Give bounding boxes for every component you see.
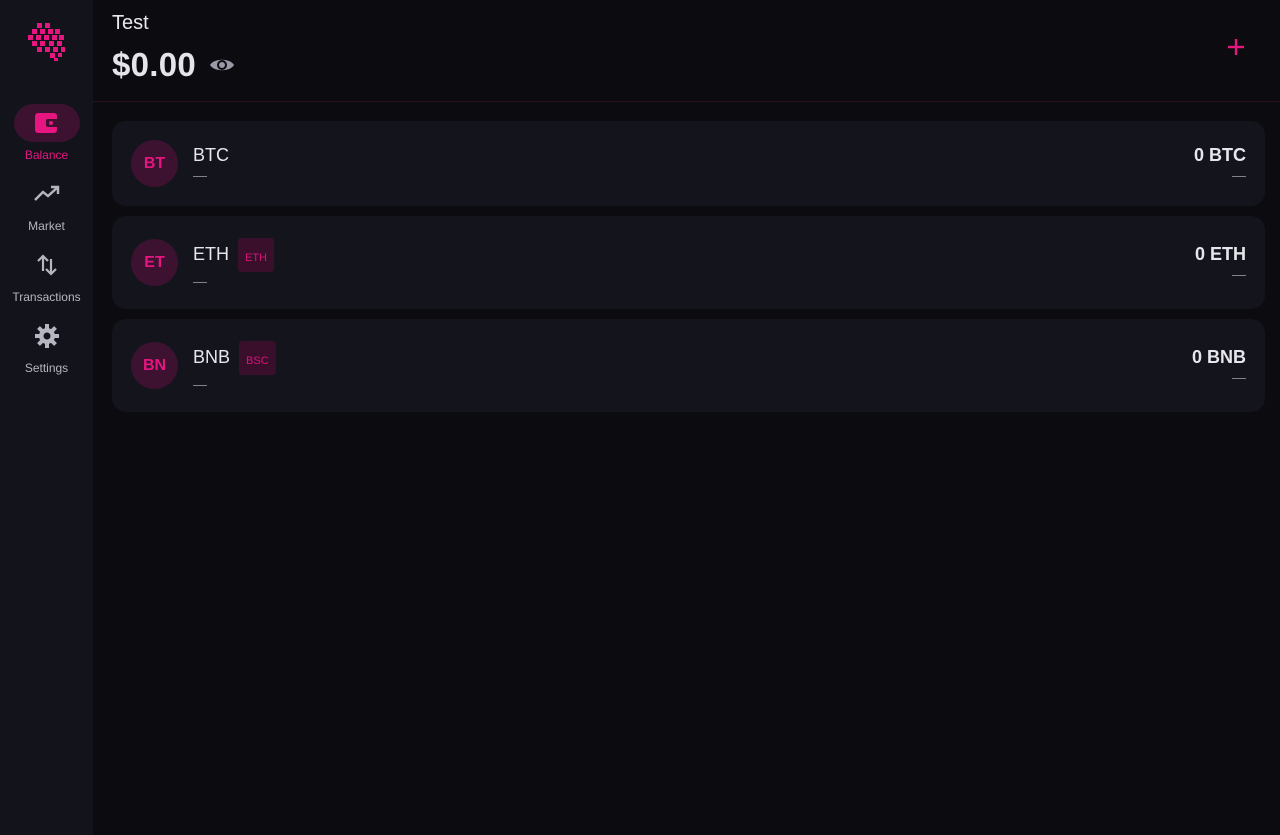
wallet-header: Test $0.00: [93, 0, 1280, 102]
asset-name: ETH: [193, 244, 229, 264]
main-content: Test $0.00 BT BTC — 0 BTC — ET ETH ETH —…: [93, 0, 1280, 835]
chain-badge: BSC: [239, 340, 276, 375]
asset-amount: 0 BTC: [1193, 145, 1246, 165]
asset-avatar: BT: [131, 140, 178, 187]
asset-balance: 0 BTC —: [1194, 145, 1246, 182]
total-balance: $0.00: [112, 46, 197, 83]
sidebar-item-settings[interactable]: Settings: [0, 317, 93, 388]
asset-fiat-value: —: [1232, 369, 1246, 385]
asset-balance: 0 ETH —: [1195, 244, 1246, 281]
sidebar: Balance Market Transactions Settings: [0, 0, 93, 835]
balance-row: $0.00: [112, 46, 236, 84]
gear-icon: [14, 317, 80, 355]
asset-list: BT BTC — 0 BTC — ET ETH ETH — 0 ETH — BN…: [93, 102, 1280, 422]
sidebar-item-label: Settings: [24, 361, 69, 375]
asset-name: BNB: [193, 347, 231, 367]
asset-avatar: BN: [131, 342, 178, 389]
wallet-icon: [13, 104, 80, 142]
asset-balance: 0 BNB —: [1192, 347, 1246, 384]
asset-price: —: [193, 375, 207, 392]
asset-fiat-value: —: [1232, 167, 1246, 183]
asset-price: —: [193, 272, 207, 289]
swap-vertical-icon: [14, 246, 80, 284]
sidebar-item-label: Market: [28, 219, 65, 233]
asset-info: ETH ETH —: [193, 237, 274, 289]
sidebar-nav: Balance Market Transactions Settings: [0, 104, 93, 388]
asset-info: BNB BSC —: [193, 340, 276, 392]
asset-price: —: [193, 167, 207, 183]
wallet-name: Test: [112, 12, 149, 34]
asset-row-btc[interactable]: BT BTC — 0 BTC —: [112, 121, 1265, 206]
asset-title-row: ETH ETH: [193, 237, 274, 272]
asset-fiat-value: —: [1232, 266, 1246, 282]
sidebar-item-balance[interactable]: Balance: [0, 104, 93, 175]
asset-amount: 0 ETH: [1194, 244, 1246, 264]
asset-row-bnb[interactable]: BN BNB BSC — 0 BNB —: [112, 319, 1265, 412]
plus-icon: [1228, 39, 1244, 55]
sidebar-item-transactions[interactable]: Transactions: [0, 246, 93, 317]
sidebar-item-label: Transactions: [12, 290, 81, 304]
brand-logo-icon: [25, 20, 69, 64]
add-asset-button[interactable]: [1222, 33, 1250, 61]
asset-info: BTC —: [193, 145, 229, 182]
app-root: Balance Market Transactions Settings Tes…: [0, 0, 1280, 835]
asset-title-row: BNB BSC: [193, 340, 276, 375]
sidebar-item-market[interactable]: Market: [0, 175, 93, 246]
sidebar-item-label: Balance: [24, 148, 69, 162]
asset-row-eth[interactable]: ET ETH ETH — 0 ETH —: [112, 216, 1265, 309]
trending-up-icon: [14, 175, 80, 213]
asset-title-row: BTC: [193, 145, 229, 166]
asset-name: BTC: [193, 145, 229, 165]
asset-amount: 0 BNB: [1191, 347, 1246, 367]
asset-avatar: ET: [131, 239, 178, 286]
eye-icon[interactable]: [208, 51, 236, 79]
chain-badge: ETH: [238, 237, 274, 272]
